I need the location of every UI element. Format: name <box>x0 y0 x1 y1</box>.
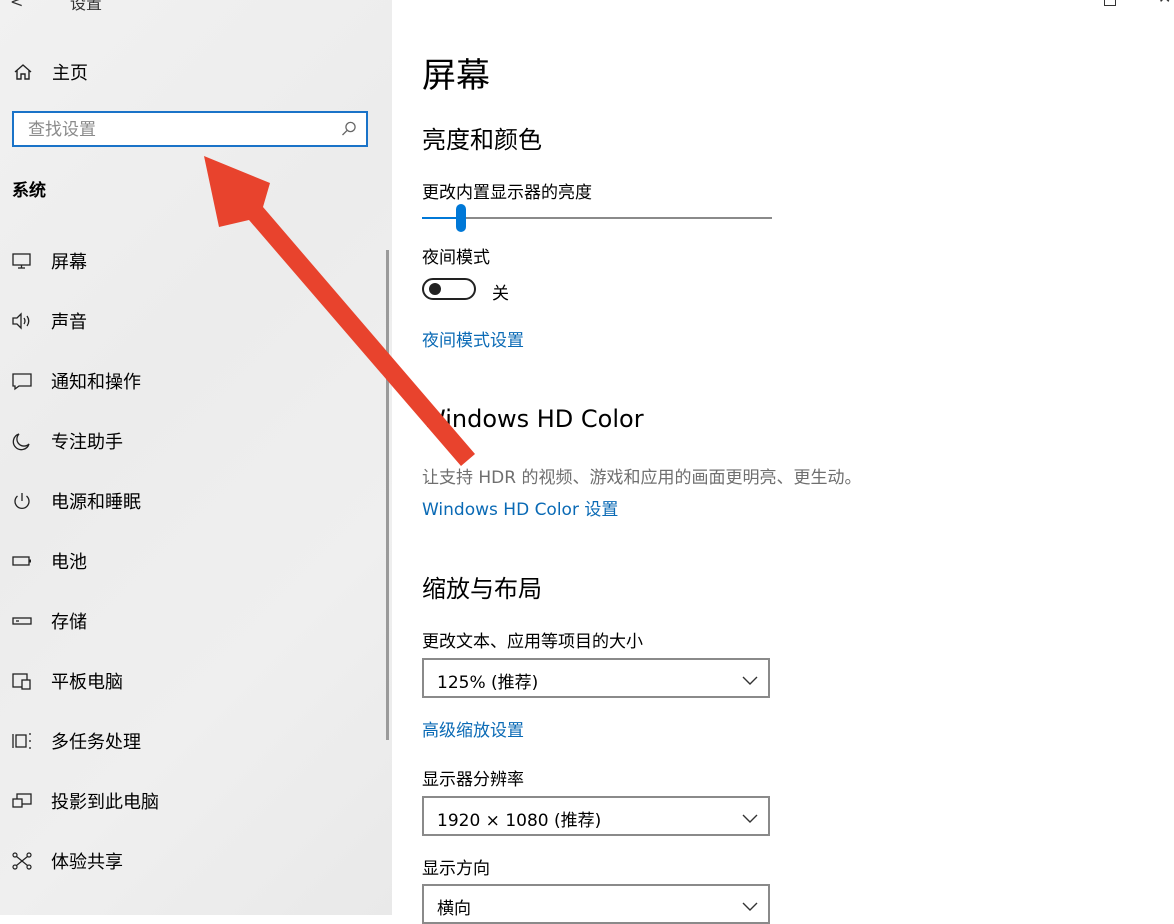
brightness-section-title: 亮度和颜色 <box>422 126 542 154</box>
hdr-section-title: Windows HD Color <box>422 405 644 433</box>
sidebar-item-shared-experiences[interactable]: 体验共享 <box>10 846 123 876</box>
sidebar-item-project[interactable]: 投影到此电脑 <box>10 786 159 816</box>
sidebar-item-storage[interactable]: 存储 <box>10 606 87 636</box>
sidebar-item-notifications[interactable]: 通知和操作 <box>10 366 141 396</box>
layout-section-title: 缩放与布局 <box>422 575 542 603</box>
speaker-icon <box>10 309 34 333</box>
tablet-icon <box>10 669 34 693</box>
hdr-settings-link[interactable]: Windows HD Color 设置 <box>422 495 618 520</box>
back-button[interactable]: < <box>10 0 23 11</box>
scale-dropdown[interactable]: 125% (推荐) <box>422 658 770 698</box>
sidebar-item-label: 电池 <box>51 552 87 573</box>
sidebar-item-label: 多任务处理 <box>51 732 141 753</box>
sidebar-item-battery[interactable]: 电池 <box>10 546 87 576</box>
orientation-value: 横向 <box>437 899 471 919</box>
resolution-label: 显示器分辨率 <box>422 770 524 790</box>
share-icon <box>10 849 34 873</box>
night-mode-state: 关 <box>492 284 509 304</box>
sidebar-item-label: 体验共享 <box>51 852 123 873</box>
main-content: 屏幕 亮度和颜色 更改内置显示器的亮度 夜间模式 关 夜间模式设置 Window… <box>392 0 1174 924</box>
slider-track <box>422 217 772 219</box>
slider-fill <box>422 217 461 219</box>
sidebar-item-focus-assist[interactable]: 专注助手 <box>10 426 123 456</box>
night-mode-toggle[interactable] <box>422 278 476 300</box>
notification-icon <box>10 369 34 393</box>
chevron-down-icon <box>742 809 758 828</box>
hdr-description: 让支持 HDR 的视频、游戏和应用的画面更明亮、更生动。 <box>422 468 862 488</box>
home-link[interactable]: 主页 <box>12 58 88 86</box>
sidebar-item-label: 电源和睡眠 <box>51 492 141 513</box>
toggle-knob <box>429 283 441 295</box>
sidebar-item-multitasking[interactable]: 多任务处理 <box>10 726 141 756</box>
home-icon <box>12 61 34 83</box>
resolution-dropdown[interactable]: 1920 × 1080 (推荐) <box>422 796 770 836</box>
monitor-icon <box>10 249 34 273</box>
multitask-icon <box>10 729 34 753</box>
sidebar-item-label: 存储 <box>51 612 87 633</box>
night-mode-label: 夜间模式 <box>422 248 490 268</box>
search-box[interactable] <box>12 111 368 147</box>
page-title: 屏幕 <box>422 56 490 96</box>
sidebar-item-label: 平板电脑 <box>51 672 123 693</box>
sidebar-item-label: 专注助手 <box>51 432 123 453</box>
battery-icon <box>10 549 34 573</box>
sidebar-item-label: 屏幕 <box>51 252 87 273</box>
advanced-scaling-link[interactable]: 高级缩放设置 <box>422 716 524 741</box>
sidebar-item-display[interactable]: 屏幕 <box>10 246 87 276</box>
resolution-value: 1920 × 1080 (推荐) <box>437 811 602 831</box>
sidebar: < 设置 主页 系统 屏幕 声音 通知和操作 <box>0 0 392 915</box>
orientation-label: 显示方向 <box>422 859 490 879</box>
search-input[interactable] <box>26 113 340 147</box>
sidebar-item-label: 投影到此电脑 <box>51 792 159 813</box>
scale-label: 更改文本、应用等项目的大小 <box>422 632 643 652</box>
search-icon[interactable] <box>340 120 358 142</box>
window-title: 设置 <box>70 0 103 13</box>
slider-thumb[interactable] <box>455 204 466 232</box>
power-icon <box>10 489 34 513</box>
night-mode-settings-link[interactable]: 夜间模式设置 <box>422 326 524 351</box>
sidebar-item-sound[interactable]: 声音 <box>10 306 87 336</box>
brightness-slider[interactable] <box>422 204 772 234</box>
home-label: 主页 <box>52 63 88 84</box>
moon-icon <box>10 429 34 453</box>
project-icon <box>10 789 34 813</box>
sidebar-item-label: 声音 <box>51 312 87 333</box>
chevron-down-icon <box>742 671 758 690</box>
sidebar-item-tablet[interactable]: 平板电脑 <box>10 666 123 696</box>
section-title: 系统 <box>12 181 46 201</box>
chevron-down-icon <box>742 897 758 916</box>
brightness-label: 更改内置显示器的亮度 <box>422 183 592 203</box>
sidebar-item-label: 通知和操作 <box>51 372 141 393</box>
orientation-dropdown[interactable]: 横向 <box>422 884 770 924</box>
scale-value: 125% (推荐) <box>437 673 539 693</box>
sidebar-scrollbar[interactable] <box>386 250 389 740</box>
sidebar-item-power[interactable]: 电源和睡眠 <box>10 486 141 516</box>
storage-icon <box>10 609 34 633</box>
